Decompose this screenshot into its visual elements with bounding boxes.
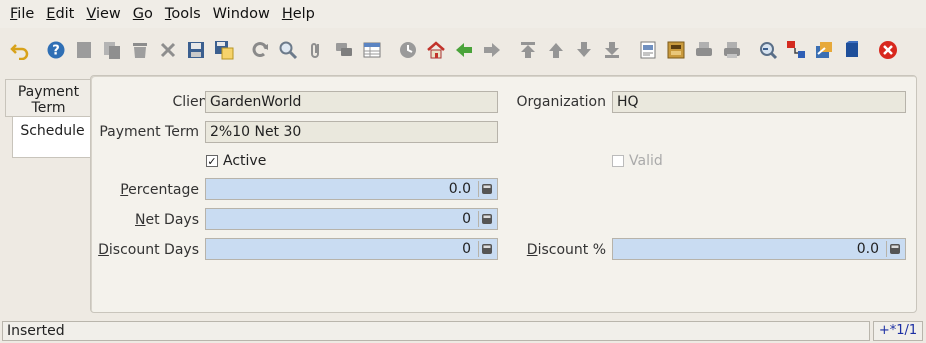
first-record-icon[interactable]: [514, 37, 541, 64]
discount-days-label: Discount Days: [98, 242, 199, 258]
product-info-icon[interactable]: [810, 37, 837, 64]
previous-record-icon[interactable]: [542, 37, 569, 64]
history-icon[interactable]: [394, 37, 421, 64]
menu-bar: File Edit View Go Tools Window Help: [0, 0, 926, 28]
forward-icon[interactable]: [478, 37, 505, 64]
zoom-across-icon[interactable]: [754, 37, 781, 64]
net-days-label: Net Days: [135, 212, 199, 228]
save-new-icon[interactable]: [210, 37, 237, 64]
help-icon[interactable]: ?: [42, 37, 69, 64]
client-field[interactable]: GardenWorld: [205, 91, 498, 113]
valid-check-box: [612, 155, 624, 167]
calculator-icon[interactable]: [478, 241, 495, 257]
undo-icon[interactable]: [6, 37, 33, 64]
home-icon[interactable]: [422, 37, 449, 64]
percentage-label-rest: ercentage: [128, 182, 199, 198]
menu-help[interactable]: Help: [276, 6, 321, 22]
exit-icon[interactable]: [874, 37, 901, 64]
copy-icon[interactable]: [98, 37, 125, 64]
delete-selection-icon[interactable]: [154, 37, 181, 64]
new-icon[interactable]: [70, 37, 97, 64]
active-checkbox[interactable]: ✓ Active: [206, 153, 266, 169]
percentage-field[interactable]: 0.0: [205, 178, 498, 200]
delete-icon[interactable]: [126, 37, 153, 64]
calculator-icon[interactable]: [478, 211, 495, 227]
chat-icon[interactable]: [330, 37, 357, 64]
percentage-label: Percentage: [120, 182, 199, 198]
percentage-label-mnemonic: P: [120, 182, 129, 198]
menu-window[interactable]: Window: [207, 6, 276, 22]
discount-days-label-rest: iscount Days: [108, 242, 199, 258]
report-icon[interactable]: [634, 37, 661, 64]
tab-payment-term[interactable]: Payment Term: [5, 79, 91, 117]
discount-pct-label-rest: iscount %: [537, 242, 606, 258]
net-days-label-rest: et Days: [145, 212, 200, 228]
svg-text:?: ?: [52, 44, 60, 59]
discount-pct-label: Discount %: [527, 242, 606, 258]
back-icon[interactable]: [450, 37, 477, 64]
discount-pct-label-mnemonic: D: [526, 242, 538, 258]
archive-icon[interactable]: [662, 37, 689, 64]
valid-checkbox: Valid: [612, 153, 663, 169]
grid-toggle-icon[interactable]: [358, 37, 385, 64]
net-days-label-mnemonic: N: [135, 212, 146, 228]
save-icon[interactable]: [182, 37, 209, 64]
net-days-field[interactable]: 0: [205, 208, 498, 230]
organization-label: Organization: [516, 94, 606, 110]
record-info[interactable]: +*1/1: [873, 321, 923, 341]
toolbar: ?: [0, 28, 926, 72]
refresh-icon[interactable]: [246, 37, 273, 64]
last-record-icon[interactable]: [598, 37, 625, 64]
calculator-icon[interactable]: [478, 181, 495, 197]
menu-edit[interactable]: Edit: [40, 6, 80, 22]
request-icon[interactable]: [782, 37, 809, 64]
next-record-icon[interactable]: [570, 37, 597, 64]
tab-schedule[interactable]: Schedule: [12, 116, 92, 158]
menu-go[interactable]: Go: [127, 6, 159, 22]
discount-pct-field[interactable]: 0.0: [612, 238, 906, 260]
payment-term-field[interactable]: 2%10 Net 30: [205, 121, 498, 143]
print-preview-icon[interactable]: [690, 37, 717, 64]
attachment-icon[interactable]: [302, 37, 329, 64]
menu-view[interactable]: View: [80, 6, 126, 22]
payment-term-label: Payment Term: [99, 124, 199, 140]
print-icon[interactable]: [718, 37, 745, 64]
menu-file[interactable]: File: [4, 6, 40, 22]
discount-days-field[interactable]: 0: [205, 238, 498, 260]
organization-field[interactable]: HQ: [612, 91, 906, 113]
active-check-icon: ✓: [206, 154, 218, 168]
workflow-icon[interactable]: [838, 37, 865, 64]
find-icon[interactable]: [274, 37, 301, 64]
menu-tools[interactable]: Tools: [159, 6, 207, 22]
status-bar: Inserted: [2, 321, 870, 341]
discount-days-label-mnemonic: D: [98, 242, 109, 258]
calculator-icon[interactable]: [886, 241, 903, 257]
